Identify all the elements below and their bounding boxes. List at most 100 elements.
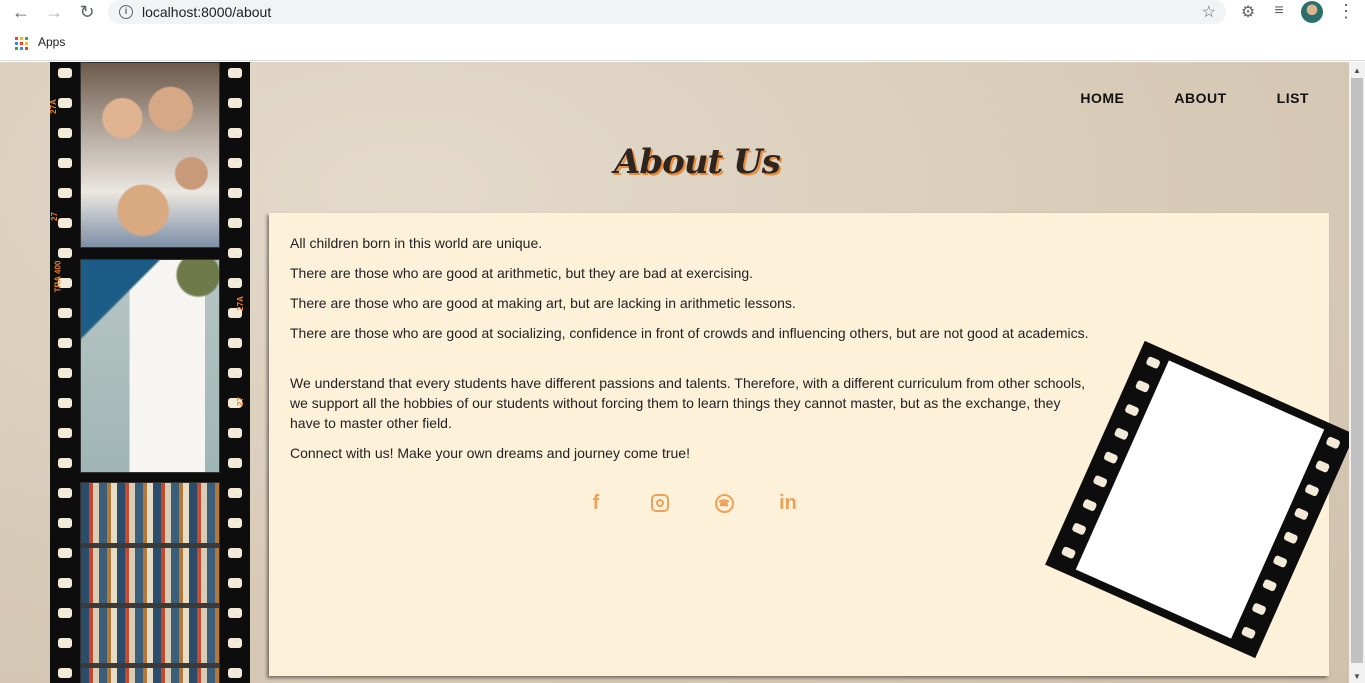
scroll-up-arrow-icon[interactable]: ▲ <box>1353 66 1361 75</box>
scroll-thumb[interactable] <box>1351 78 1363 663</box>
film-hole <box>1304 483 1320 497</box>
media-playlist-icon[interactable]: ≡ <box>1269 2 1289 22</box>
film-hole <box>58 98 72 108</box>
film-hole <box>1134 379 1151 394</box>
film-hole <box>1124 403 1140 417</box>
film-hole <box>228 128 242 138</box>
page-title: About Us <box>614 142 781 182</box>
reload-icon[interactable]: ↻ <box>76 1 98 23</box>
film-hole <box>58 608 72 618</box>
instagram-icon[interactable] <box>648 491 672 515</box>
film-hole <box>58 188 72 198</box>
film-hole <box>228 68 242 78</box>
film-label: 27 <box>49 212 59 221</box>
facebook-icon[interactable]: f <box>584 491 608 515</box>
film-hole <box>228 248 242 258</box>
film-hole <box>58 158 72 168</box>
bookmark-star-icon[interactable]: ☆ <box>1202 2 1216 22</box>
nav-about-link[interactable]: ABOUT <box>1174 90 1226 106</box>
film-hole <box>1145 355 1161 370</box>
address-bar[interactable]: i localhost:8000/about ☆ <box>108 0 1226 24</box>
whatsapp-icon[interactable]: ☎ <box>712 491 736 515</box>
film-hole <box>228 158 242 168</box>
paragraph: We understand that every students have d… <box>290 375 1086 431</box>
film-hole <box>58 458 72 468</box>
film-hole <box>1314 459 1331 474</box>
film-hole <box>228 278 242 288</box>
film-hole <box>1060 545 1077 560</box>
film-hole <box>228 638 242 648</box>
film-hole <box>58 218 72 228</box>
film-hole <box>1293 507 1310 521</box>
film-hole <box>58 668 72 678</box>
film-holes-left <box>58 62 72 683</box>
film-hole <box>228 368 242 378</box>
film-hole <box>228 578 242 588</box>
film-hole <box>228 488 242 498</box>
film-hole <box>58 488 72 498</box>
film-hole <box>1071 522 1087 536</box>
film-hole <box>228 188 242 198</box>
film-hole <box>58 128 72 138</box>
film-hole <box>228 218 242 228</box>
film-holes-right <box>228 62 242 683</box>
photo-children <box>80 62 220 248</box>
apps-grid-icon[interactable] <box>15 37 28 50</box>
film-hole <box>1103 450 1119 465</box>
film-hole <box>228 608 242 618</box>
film-hole <box>58 68 72 78</box>
film-hole <box>58 638 72 648</box>
film-hole <box>1325 435 1341 450</box>
film-strip-decoration: 27A 27 TRA 400 27A 27 <box>49 62 250 683</box>
film-hole <box>228 668 242 678</box>
film-label: 27 <box>235 397 245 406</box>
film-hole <box>58 548 72 558</box>
film-hole <box>58 398 72 408</box>
film-hole <box>1113 427 1130 441</box>
film-hole <box>1283 530 1299 545</box>
paragraph: There are those who are good at making a… <box>290 295 796 311</box>
forward-arrow-icon[interactable]: → <box>43 1 65 23</box>
linkedin-icon[interactable]: in <box>776 491 800 515</box>
film-hole <box>1081 498 1098 512</box>
nav-home-link[interactable]: HOME <box>1080 90 1124 106</box>
profile-avatar[interactable] <box>1301 1 1323 23</box>
film-hole <box>228 338 242 348</box>
film-hole <box>228 518 242 528</box>
film-hole <box>58 308 72 318</box>
nav-list-link[interactable]: LIST <box>1277 90 1309 106</box>
film-label: TRA 400 <box>53 260 63 293</box>
social-links: f ☎ in <box>584 491 800 515</box>
info-icon[interactable]: i <box>119 5 133 19</box>
paragraph: All children born in this world are uniq… <box>290 235 543 251</box>
film-label: 27A <box>235 296 245 311</box>
film-hole <box>228 548 242 558</box>
film-hole <box>1240 625 1257 640</box>
browser-menu-icon[interactable]: ⋮ <box>1337 1 1355 22</box>
film-hole <box>1261 578 1278 592</box>
film-hole <box>228 458 242 468</box>
film-hole <box>58 248 72 258</box>
paragraph: Connect with us! Make your own dreams an… <box>290 445 690 461</box>
film-hole <box>58 428 72 438</box>
film-hole <box>58 518 72 528</box>
film-hole <box>1092 474 1109 489</box>
scrollbar[interactable]: ▲ ▼ <box>1349 62 1365 683</box>
photo-bookshelf <box>80 482 220 683</box>
main-nav: HOME ABOUT LIST <box>1080 90 1309 106</box>
back-arrow-icon[interactable]: ← <box>10 1 32 23</box>
scroll-down-arrow-icon[interactable]: ▼ <box>1353 672 1361 681</box>
film-hole <box>58 578 72 588</box>
paragraph: There are those who are good at socializ… <box>290 325 1089 341</box>
bookmarks-bar: Apps <box>0 25 1365 61</box>
page-body: 27A 27 TRA 400 27A 27 HOME ABOUT LIST Ab… <box>0 62 1349 683</box>
film-hole <box>58 338 72 348</box>
film-hole <box>1272 554 1288 569</box>
photo-art-drawing <box>80 259 220 473</box>
apps-bookmark-label[interactable]: Apps <box>38 35 65 49</box>
browser-toolbar: ← → ↻ i localhost:8000/about ☆ ⚙ ≡ ⋮ <box>0 0 1365 25</box>
extensions-puzzle-icon[interactable]: ⚙ <box>1238 2 1258 22</box>
url-text[interactable]: localhost:8000/about <box>142 4 271 20</box>
film-hole <box>228 98 242 108</box>
paragraph: There are those who are good at arithmet… <box>290 265 754 281</box>
